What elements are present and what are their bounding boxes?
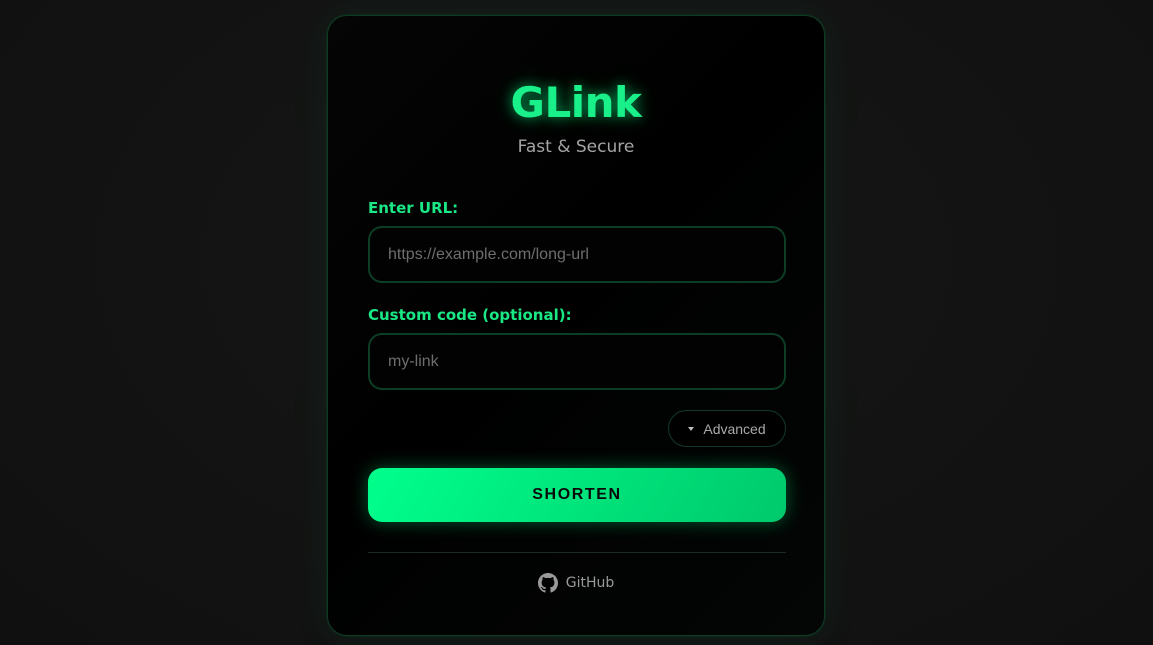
caret-down-icon [688, 427, 695, 431]
shortener-card: GLink Fast & Secure Enter URL: Custom co… [327, 15, 825, 636]
github-link[interactable]: GitHub [328, 573, 824, 593]
app-subtitle: Fast & Secure [517, 137, 635, 157]
github-label: GitHub [565, 575, 615, 591]
advanced-label: Advanced [703, 420, 766, 437]
app-title: GLink [510, 78, 642, 127]
custom-code-label: Custom code (optional): [368, 306, 572, 324]
url-label: Enter URL: [368, 199, 459, 217]
footer-divider [368, 552, 786, 553]
shorten-button[interactable]: SHORTEN [368, 468, 786, 522]
url-input[interactable] [368, 226, 786, 283]
custom-code-input[interactable] [368, 333, 786, 390]
page-background: GLink Fast & Secure Enter URL: Custom co… [0, 0, 1153, 645]
github-icon [537, 573, 558, 593]
advanced-toggle-button[interactable]: Advanced [668, 410, 786, 447]
